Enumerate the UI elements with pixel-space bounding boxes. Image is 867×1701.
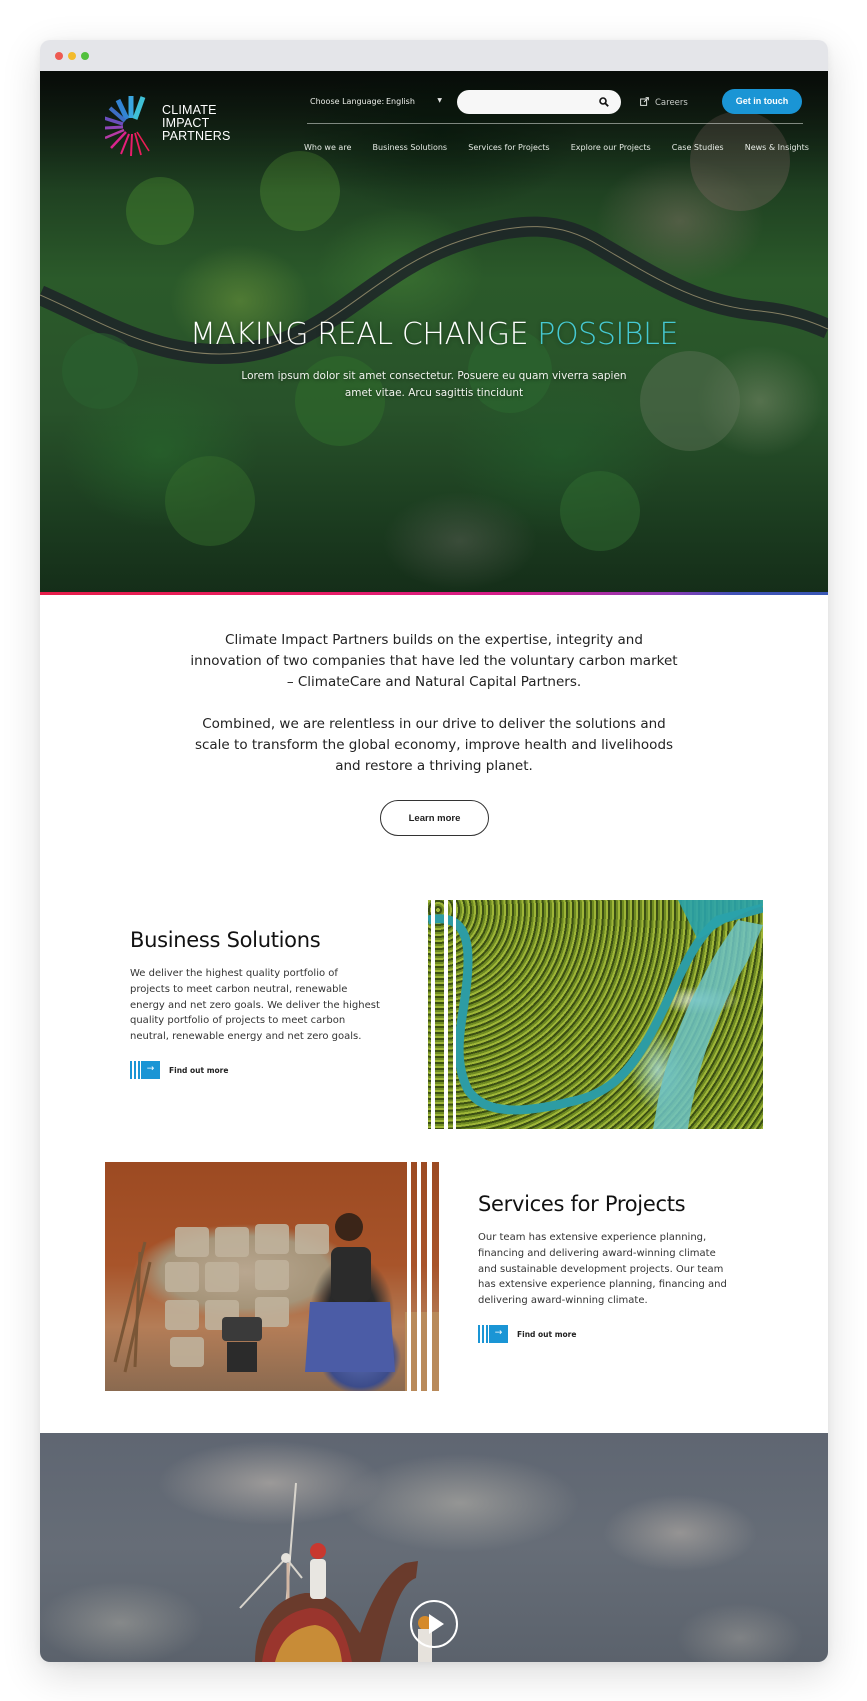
maximize-window-button[interactable]: [81, 52, 89, 60]
learn-more-button[interactable]: Learn more: [380, 800, 489, 836]
minimize-window-button[interactable]: [68, 52, 76, 60]
play-video-button[interactable]: [410, 1600, 458, 1648]
nav-item-case-studies[interactable]: Case Studies: [672, 143, 724, 152]
services-for-projects-image: [105, 1162, 439, 1391]
nav-item-business-solutions[interactable]: Business Solutions: [373, 143, 448, 152]
intro-text: Climate Impact Partners builds on the ex…: [190, 630, 678, 777]
logo-wordmark: CLIMATE IMPACT PARTNERS: [162, 103, 231, 143]
image-strip-gap: [444, 900, 448, 1129]
hero-section: CLIMATE IMPACT PARTNERS Choose Language:…: [40, 71, 828, 592]
cookstove-scene-graphic: [113, 1213, 439, 1391]
play-icon: [429, 1614, 444, 1634]
language-select[interactable]: English ▼: [386, 97, 442, 106]
arrow-right-icon: →: [478, 1325, 508, 1343]
close-window-button[interactable]: [55, 52, 63, 60]
careers-link[interactable]: Careers: [640, 97, 688, 108]
caret-down-icon: ▼: [437, 97, 442, 104]
video-section: [40, 1433, 828, 1662]
image-strip-gap: [427, 1162, 432, 1391]
nav-item-who-we-are[interactable]: Who we are: [304, 143, 351, 152]
business-solutions-find-out-more-link[interactable]: → Find out more: [130, 1061, 228, 1079]
arrow-right-icon: →: [130, 1061, 160, 1079]
search-icon[interactable]: [599, 97, 609, 107]
language-label: Choose Language:: [310, 97, 385, 106]
image-strip-gap: [417, 1162, 421, 1391]
nav-item-news-insights[interactable]: News & Insights: [745, 143, 809, 152]
river-graphic: [428, 900, 763, 1129]
services-for-projects-find-out-more-link[interactable]: → Find out more: [478, 1325, 576, 1343]
image-strip-gap: [453, 900, 456, 1129]
browser-titlebar: [40, 40, 828, 71]
services-for-projects-body: Our team has extensive experience planni…: [478, 1232, 727, 1307]
search-input[interactable]: [467, 93, 597, 111]
intro-paragraph: Climate Impact Partners builds on the ex…: [190, 632, 678, 690]
utility-bar: Choose Language: English ▼ Careers Get i…: [310, 89, 805, 115]
hero-subtitle: Lorem ipsum dolor sit amet consectetur. …: [241, 370, 627, 399]
logo-mark-icon: [105, 96, 150, 157]
get-in-touch-button[interactable]: Get in touch: [722, 89, 802, 114]
hero-title-accent: POSSIBLE: [537, 317, 679, 352]
business-solutions-title: Business Solutions: [130, 928, 321, 952]
hero-title: MAKING REAL CHANGE POSSIBLE: [189, 317, 679, 352]
nav-divider: [307, 123, 803, 124]
image-strip-gap: [407, 1162, 411, 1391]
site-logo[interactable]: CLIMATE IMPACT PARTNERS: [105, 89, 230, 164]
business-solutions-image: [428, 900, 763, 1129]
external-link-icon: [640, 97, 649, 106]
nav-item-explore-our-projects[interactable]: Explore our Projects: [571, 143, 651, 152]
search-box: [457, 90, 621, 114]
services-for-projects-title: Services for Projects: [478, 1192, 686, 1216]
main-nav: Who we are Business Solutions Services f…: [304, 143, 809, 152]
nav-item-services-for-projects[interactable]: Services for Projects: [468, 143, 549, 152]
business-solutions-body: We deliver the highest quality portfolio…: [130, 968, 380, 1043]
intro-paragraph: Combined, we are relentless in our drive…: [194, 716, 674, 774]
image-strip-gap: [431, 900, 435, 1129]
gradient-divider: [40, 592, 828, 595]
browser-window: CLIMATE IMPACT PARTNERS Choose Language:…: [40, 40, 828, 1662]
